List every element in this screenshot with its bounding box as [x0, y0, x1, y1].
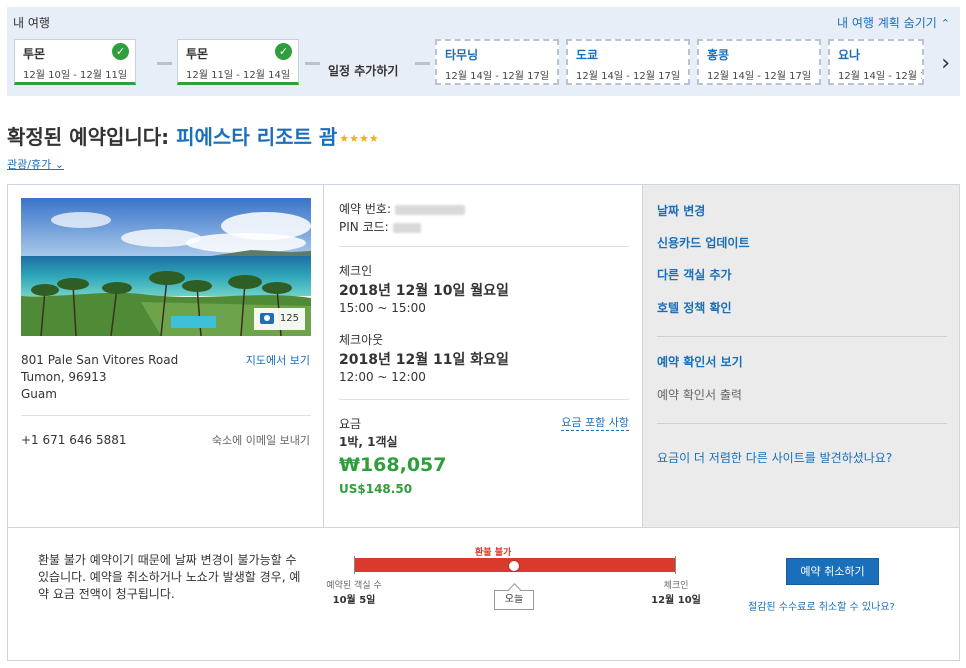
hotel-address: 801 Pale San Vitores Road Tumon, 96913 G… — [21, 352, 178, 403]
hotel-phone: +1 671 646 5881 — [21, 433, 127, 447]
segment-city: 요나 — [838, 48, 861, 62]
segment-city: 타무닝 — [445, 48, 479, 62]
today-tooltip: 오늘 — [494, 590, 534, 610]
timeline-tick — [675, 556, 676, 574]
timeline-booked-date: 10월 5일 — [332, 595, 376, 606]
view-map-link[interactable]: 지도에서 보기 — [246, 352, 310, 368]
nonrefundable-label: 환불 불가 — [475, 548, 512, 558]
actions-column: 날짜 변경 신용카드 업데이트 다른 객실 추가 호텔 정책 확인 예약 확인서… — [643, 185, 959, 527]
hotel-photo[interactable]: 125 — [21, 198, 311, 336]
cheaper-rate-link[interactable]: 요금이 더 저렴한 다른 사이트를 발견하셨나요? — [657, 449, 892, 466]
booking-card: 125 801 Pale San Vitores Road Tumon, 969… — [7, 184, 960, 661]
checkout-time: 12:00 ~ 12:00 — [339, 370, 426, 384]
divider — [339, 246, 629, 247]
timeline-today-marker — [508, 560, 520, 572]
segment-dates: 12월 11일 - 12월 14일 — [186, 70, 291, 81]
checkin-label: 체크인 — [339, 264, 373, 278]
fee-label: 요금 — [339, 417, 362, 431]
segment-dates: 12월 10일 - 12월 11일 — [23, 70, 128, 81]
star-rating: ★★★★ — [339, 132, 379, 145]
pin-code: PIN 코드: — [339, 218, 421, 235]
hotel-policy-link[interactable]: 호텔 정책 확인 — [657, 299, 732, 316]
cancel-booking-button[interactable]: 예약 취소하기 — [786, 558, 879, 585]
fee-included-link[interactable]: 요금 포함 사항 — [561, 414, 629, 431]
timeline-booked-label: 예약된 객실 수 — [326, 581, 382, 591]
segment-connector — [157, 62, 172, 65]
trip-segment-planned[interactable]: 요나 12월 14일 - 12월 17일 — [828, 39, 924, 85]
checkout-date: 2018년 12월 11일 화요일 — [339, 352, 509, 368]
chevron-down-icon[interactable]: ⌄ — [55, 158, 64, 171]
checkin-date: 2018년 12월 10일 월요일 — [339, 283, 509, 299]
segment-city: 도쿄 — [576, 48, 599, 62]
change-dates-link[interactable]: 날짜 변경 — [657, 202, 705, 219]
pin-code-label: PIN 코드: — [339, 220, 389, 234]
hide-trip-plan-link[interactable]: 내 여행 계획 숨기기 ⌃ — [837, 14, 950, 31]
segment-connector — [415, 62, 430, 65]
chevron-right-icon[interactable]: › — [941, 51, 950, 76]
page-title: 확정된 예약입니다: 피에스타 리조트 괌 ★★★★ — [7, 121, 379, 150]
timeline-checkin-label: 체크인 — [663, 581, 689, 591]
add-trip-button[interactable]: 일정 추가하기 — [328, 62, 398, 79]
divider — [339, 399, 629, 400]
segment-dates: 12월 14일 - 12월 17일 — [707, 71, 812, 82]
booking-number-label: 예약 번호: — [339, 202, 392, 216]
timeline-tick — [354, 556, 355, 574]
address-line: Guam — [21, 387, 57, 401]
photo-count-badge[interactable]: 125 — [253, 308, 305, 330]
photo-count: 125 — [279, 313, 299, 324]
add-room-link[interactable]: 다른 객실 추가 — [657, 266, 732, 283]
check-icon: ✓ — [112, 43, 129, 60]
segment-dates: 12월 14일 - 12월 17일 — [445, 71, 550, 82]
price-usd: US$148.50 — [339, 482, 413, 496]
hotel-name-link[interactable]: 피에스타 리조트 괌 — [176, 125, 337, 149]
stay-summary: 1박, 1객실 — [339, 435, 398, 449]
booking-number-value — [394, 204, 465, 215]
timeline-checkin-date: 12월 10일 — [651, 595, 701, 606]
pin-code-value — [392, 222, 421, 233]
page-title-prefix: 확정된 예약입니다: — [7, 125, 177, 149]
booking-number: 예약 번호: — [339, 200, 465, 217]
segment-city: 홍콩 — [707, 48, 730, 62]
segment-connector — [305, 62, 320, 65]
price-krw: ₩168,057 — [339, 454, 447, 476]
trip-segment-booked[interactable]: 투몬 12월 11일 - 12월 14일 ✓ — [177, 39, 299, 85]
print-confirmation-link[interactable]: 예약 확인서 출력 — [657, 386, 742, 403]
divider — [21, 415, 311, 416]
trip-segment-planned[interactable]: 홍콩 12월 14일 - 12월 17일 — [697, 39, 821, 85]
trip-type-label[interactable]: 관광/휴가 — [7, 158, 51, 171]
trip-segment-planned[interactable]: 타무닝 12월 14일 - 12월 17일 — [435, 39, 559, 85]
checkout-label: 체크아웃 — [339, 333, 384, 347]
nonrefundable-notice: 환불 불가 예약이기 때문에 날짜 변경이 불가능할 수 있습니다. 예약을 취… — [38, 553, 301, 601]
camera-icon — [259, 312, 274, 324]
trip-type-dropdown[interactable]: 관광/휴가 ⌄ — [7, 156, 64, 172]
reduced-fee-cancel-link[interactable]: 절감된 수수료로 취소할 수 있나요? — [748, 598, 895, 613]
divider — [657, 336, 947, 337]
view-confirmation-link[interactable]: 예약 확인서 보기 — [657, 353, 743, 370]
address-line: 801 Pale San Vitores Road — [21, 353, 179, 367]
segment-dates: 12월 14일 - 12월 17일 — [576, 71, 681, 82]
hide-trip-plan-label[interactable]: 내 여행 계획 숨기기 — [837, 16, 937, 30]
segment-dates: 12월 14일 - 12월 17일 — [838, 71, 922, 82]
checkin-time: 15:00 ~ 15:00 — [339, 301, 426, 315]
cancellation-section: 환불 불가 예약이기 때문에 날짜 변경이 불가능할 수 있습니다. 예약을 취… — [8, 527, 959, 660]
update-card-link[interactable]: 신용카드 업데이트 — [657, 234, 750, 251]
check-icon: ✓ — [275, 43, 292, 60]
trip-bar-title: 내 여행 — [13, 16, 50, 30]
chevron-up-icon[interactable]: ⌃ — [941, 17, 950, 30]
divider — [657, 423, 947, 424]
booking-details-column: 예약 번호: PIN 코드: 체크인 2018년 12월 10일 월요일 15:… — [324, 185, 643, 527]
hotel-info-column: 125 801 Pale San Vitores Road Tumon, 969… — [8, 185, 324, 527]
address-line: Tumon, 96913 — [21, 370, 107, 384]
trip-segment-booked[interactable]: 투몬 12월 10일 - 12월 11일 ✓ — [14, 39, 136, 85]
trip-bar: 내 여행 내 여행 계획 숨기기 ⌃ 투몬 12월 10일 - 12월 11일 ✓… — [7, 7, 960, 96]
trip-segment-planned[interactable]: 도쿄 12월 14일 - 12월 17일 — [566, 39, 690, 85]
email-hotel-link[interactable]: 숙소에 이메일 보내기 — [212, 432, 310, 448]
